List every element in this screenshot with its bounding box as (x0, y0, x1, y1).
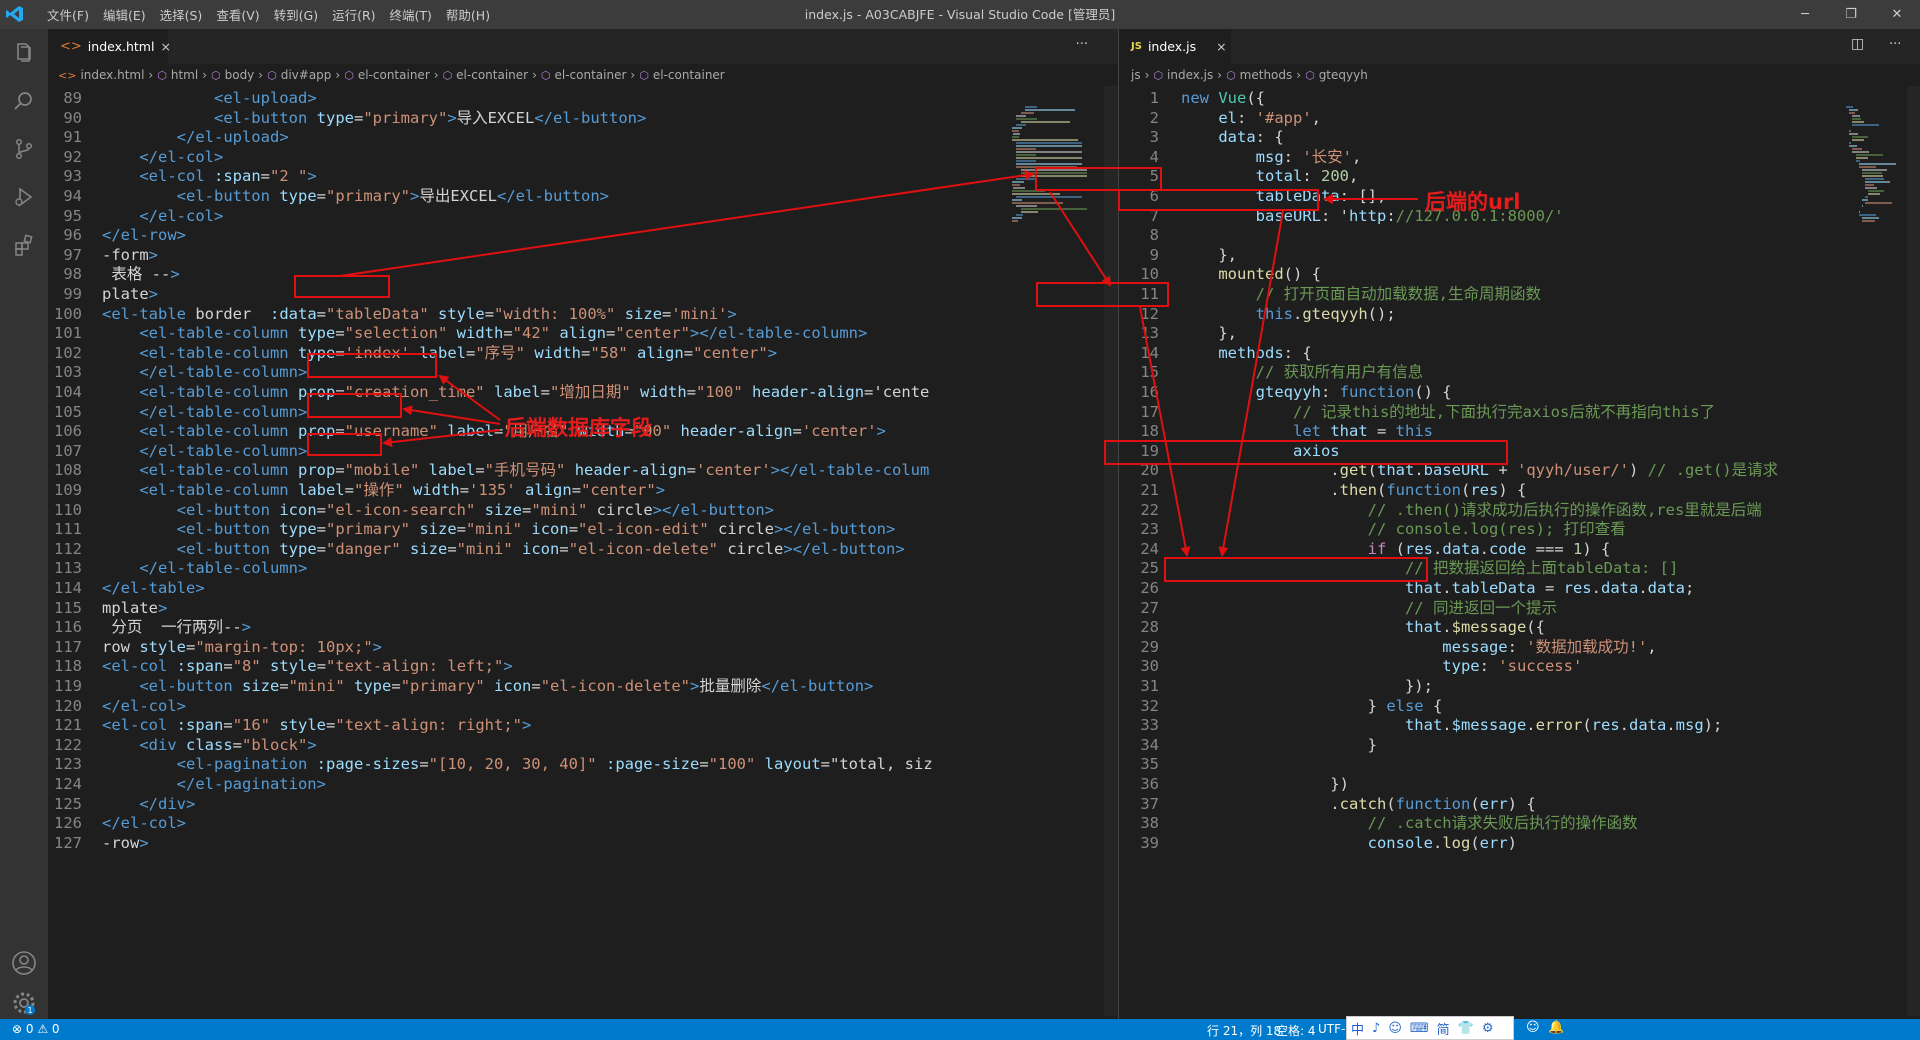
notifications-bell-icon[interactable]: 🔔 (1548, 1020, 1564, 1035)
arrow-url-to-assign (1218, 210, 1284, 557)
feedback-icon[interactable]: ☺ (1526, 1020, 1540, 1035)
arrow-to-creation-time (438, 374, 501, 421)
ime-item[interactable]: 中 (1347, 1019, 1368, 1038)
arrow-data-to-tabledata (339, 170, 1035, 277)
arrow-call-to-assign (1139, 306, 1191, 557)
arrow-to-username (402, 405, 501, 425)
problems-indicator[interactable]: ⊗ 0 ⚠ 0 (12, 1022, 60, 1036)
ime-item[interactable]: 简 (1433, 1019, 1454, 1038)
status-bar: ⊗ 0 ⚠ 0 行 21，列 18 空格: 4 UTF-8 (0, 1019, 1920, 1040)
ime-item[interactable]: ⚙ (1478, 1021, 1498, 1036)
arrow-to-mobile (382, 429, 501, 448)
cursor-position[interactable]: 行 21，列 18 (1207, 1022, 1281, 1039)
indentation[interactable]: 空格: 4 (1276, 1022, 1316, 1039)
arrow-tabledata-to-call (1049, 191, 1112, 287)
ime-toolbar[interactable]: 中 ♪ ☺ ⌨ 简 👕 ⚙ (1346, 1016, 1514, 1040)
ime-item[interactable]: ☺ (1384, 1021, 1406, 1036)
ime-item[interactable]: ♪ (1368, 1021, 1384, 1036)
annotation-arrows (339, 170, 1418, 557)
ime-item[interactable]: ⌨ (1406, 1021, 1433, 1036)
ime-item[interactable]: 👕 (1454, 1021, 1478, 1036)
